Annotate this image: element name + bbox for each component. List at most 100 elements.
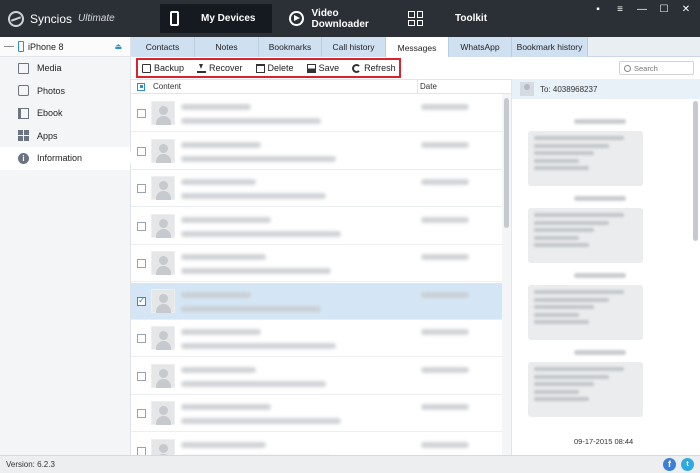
blurred-line: [534, 389, 579, 394]
sidebar-item-information[interactable]: i Information: [0, 147, 131, 170]
blurred-message-date: [574, 119, 626, 124]
tab-bookmark-history[interactable]: Bookmark history: [512, 37, 588, 57]
blurred-date: [421, 104, 469, 110]
blurred-preview: [181, 418, 341, 424]
menu-icon[interactable]: ≡: [614, 4, 626, 15]
table-row[interactable]: [131, 282, 502, 320]
list-scrollbar[interactable]: [502, 94, 511, 455]
information-icon: i: [18, 152, 29, 164]
recover-label: Recover: [209, 63, 243, 73]
contact-avatar: [151, 401, 175, 425]
blurred-contact: [181, 441, 266, 448]
sidebar-item-label: Photos: [37, 85, 66, 96]
nav-my-devices[interactable]: My Devices: [160, 4, 272, 33]
row-checkbox[interactable]: [137, 259, 146, 268]
blurred-preview: [181, 305, 321, 312]
blurred-line: [534, 305, 594, 309]
tab-bar: Contacts Notes Bookmarks Call history Me…: [131, 37, 700, 58]
tab-whatsapp[interactable]: WhatsApp: [449, 37, 512, 57]
sidebar-item-apps[interactable]: Apps: [0, 125, 130, 148]
table-row[interactable]: [131, 358, 502, 395]
row-checkbox[interactable]: [137, 334, 146, 343]
blurred-contact: [181, 254, 266, 260]
row-checkbox[interactable]: [137, 371, 146, 381]
contact-avatar: [151, 288, 175, 313]
column-header-date[interactable]: Date: [417, 80, 437, 94]
row-checkbox[interactable]: [137, 109, 146, 118]
twitter-icon[interactable]: t: [681, 458, 694, 471]
row-checkbox[interactable]: [137, 221, 146, 231]
blurred-date: [421, 404, 469, 410]
blurred-line: [534, 397, 589, 401]
phone-icon: [170, 11, 179, 26]
maximize-icon[interactable]: ☐: [658, 4, 670, 15]
blurred-line: [534, 136, 624, 140]
feedback-icon[interactable]: ▪: [592, 4, 604, 15]
recover-button[interactable]: Recover: [197, 63, 243, 73]
blurred-preview: [181, 155, 336, 162]
recover-icon: [197, 63, 207, 73]
message-bubble: [528, 131, 643, 186]
collapse-icon[interactable]: —: [4, 41, 14, 52]
refresh-label: Refresh: [364, 63, 396, 73]
eject-icon[interactable]: ⏏: [114, 42, 122, 51]
nav-my-devices-label: My Devices: [201, 13, 256, 24]
row-checkbox[interactable]: [137, 184, 146, 193]
refresh-button[interactable]: Refresh: [352, 63, 396, 73]
sidebar-item-ebook[interactable]: Ebook: [0, 102, 130, 125]
title-bar: Syncios Ultimate My Devices Video Downlo…: [0, 0, 700, 37]
scroll-thumb[interactable]: [504, 98, 509, 228]
conversation-scrollbar[interactable]: [693, 101, 698, 241]
contact-avatar: [151, 251, 175, 275]
close-icon[interactable]: ✕: [680, 4, 692, 15]
tab-contacts[interactable]: Contacts: [131, 37, 195, 57]
tab-call-history[interactable]: Call history: [322, 37, 386, 57]
tab-label: WhatsApp: [460, 42, 500, 52]
refresh-icon: [352, 63, 362, 73]
sidebar-item-label: Apps: [37, 130, 58, 141]
sidebar-item-photos[interactable]: Photos: [0, 80, 130, 103]
message-list: Content Date: [131, 79, 511, 470]
blurred-contact: [181, 104, 251, 110]
table-row[interactable]: [131, 245, 502, 282]
backup-button[interactable]: Backup: [142, 63, 184, 73]
blurred-line: [534, 367, 624, 371]
app-name: Syncios: [30, 11, 73, 26]
table-row[interactable]: [131, 133, 502, 170]
tab-label: Contacts: [145, 42, 180, 52]
device-row[interactable]: — iPhone 8 ⏏: [0, 37, 130, 57]
table-row[interactable]: [131, 320, 502, 357]
backup-label: Backup: [154, 63, 185, 73]
facebook-icon[interactable]: f: [663, 458, 676, 471]
search-input[interactable]: [634, 63, 690, 73]
delete-button[interactable]: Delete: [255, 63, 294, 73]
row-checkbox[interactable]: [137, 146, 146, 156]
media-icon: [18, 62, 29, 74]
search-box[interactable]: [619, 61, 694, 75]
blurred-contact: [181, 404, 271, 410]
nav-toolkit-label: Toolkit: [455, 13, 488, 24]
blurred-date: [421, 179, 469, 185]
table-row[interactable]: [131, 208, 502, 245]
nav-toolkit[interactable]: Toolkit: [404, 4, 504, 33]
row-checkbox[interactable]: [137, 409, 146, 418]
save-button[interactable]: Save: [306, 63, 339, 73]
tab-messages[interactable]: Messages: [386, 37, 449, 58]
tab-label: Messages: [397, 42, 437, 53]
row-checkbox[interactable]: [137, 295, 146, 306]
table-row[interactable]: [131, 395, 502, 432]
table-row[interactable]: [131, 170, 502, 207]
blurred-contact: [181, 291, 251, 298]
tab-bookmarks[interactable]: Bookmarks: [259, 37, 322, 57]
window-controls: ▪ ≡ — ☐ ✕: [592, 4, 692, 15]
status-bar: Version: 6.2.3 f t: [0, 455, 700, 473]
column-header-content[interactable]: Content: [153, 82, 181, 91]
select-all-checkbox[interactable]: [137, 82, 145, 91]
tab-notes[interactable]: Notes: [195, 37, 259, 57]
blurred-preview: [181, 343, 336, 349]
sidebar-item-media[interactable]: Media: [0, 57, 130, 80]
table-row[interactable]: [131, 95, 502, 132]
blurred-preview: [181, 268, 331, 274]
nav-video-downloader[interactable]: Video Downloader: [283, 4, 395, 33]
minimize-icon[interactable]: —: [636, 4, 648, 15]
